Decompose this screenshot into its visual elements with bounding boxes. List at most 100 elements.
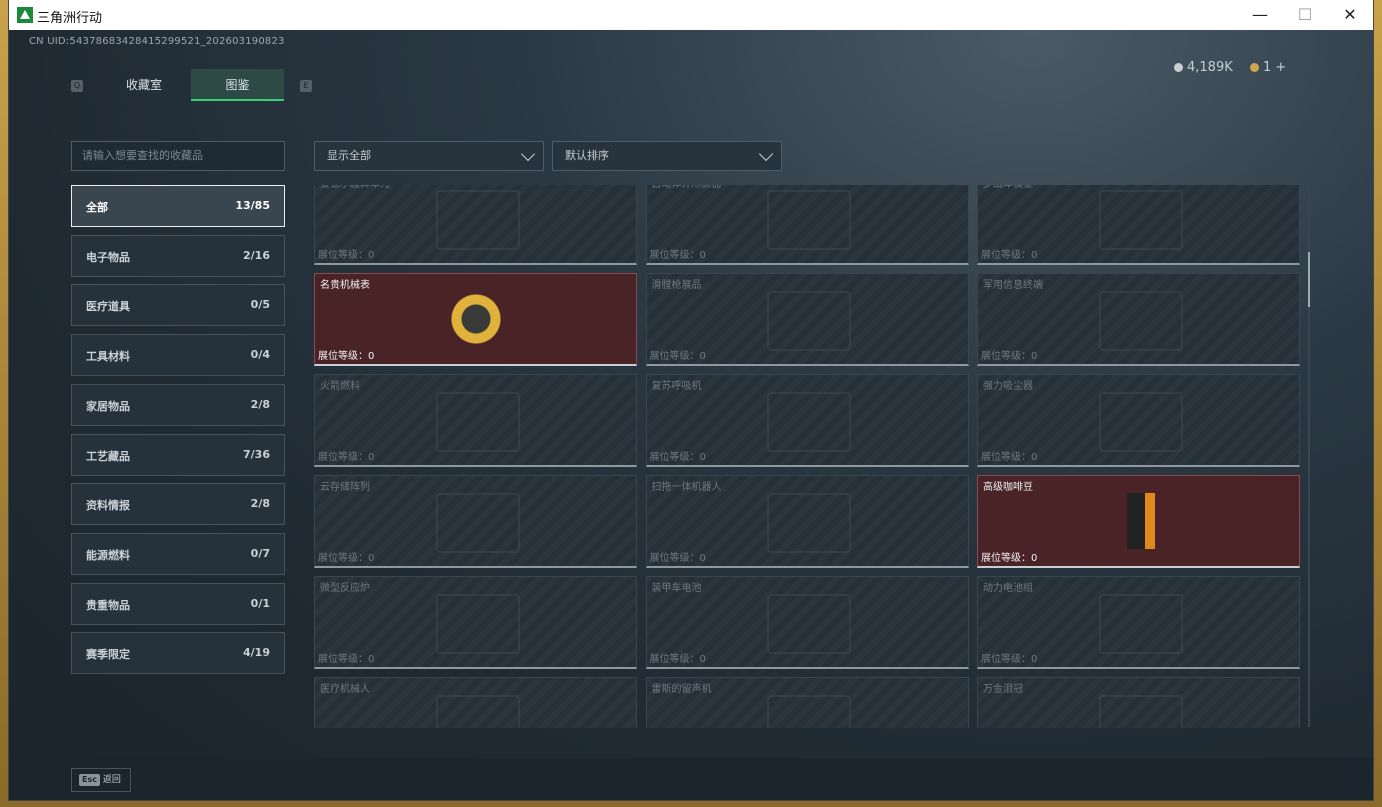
item-name: 装甲车电池 (651, 583, 702, 594)
item-name: 火箭燃料 (320, 381, 360, 392)
collection-item-card[interactable]: 微型反应炉展位等级：0 (314, 576, 637, 669)
item-name: 云存储阵列 (320, 482, 370, 493)
tab-codex[interactable]: 图鉴 (191, 69, 284, 101)
footer-bar (9, 758, 1373, 800)
app-logo-icon (17, 7, 33, 23)
category-label: 电子物品 (86, 250, 130, 264)
back-label: 返回 (102, 775, 121, 785)
item-image (767, 291, 851, 351)
item-image (1098, 493, 1179, 549)
item-level: 展位等级：0 (649, 351, 706, 362)
collection-item-card[interactable]: 动力电池组 展位等级：0 (977, 576, 1300, 669)
item-image (1098, 594, 1183, 654)
silver-coin-icon (1174, 63, 1183, 72)
collection-item-card[interactable]: 扫拖一体机器人 展位等级：0 (645, 475, 969, 568)
category-item[interactable]: 全部 13/85 (71, 185, 285, 227)
window-title: 三角洲行动 (37, 11, 103, 26)
item-name: 微型反应炉 (320, 583, 370, 594)
category-count: 0/7 (250, 546, 270, 560)
collection-item-card[interactable]: 复苏呼吸机展位等级：0 (645, 374, 969, 467)
filter-dropdown[interactable]: 显示全部 (314, 141, 544, 171)
sort-dropdown[interactable]: 默认排序 (552, 141, 782, 171)
next-tab-key[interactable]: E (300, 80, 312, 92)
category-item[interactable]: 能源燃料 0/7 (71, 532, 285, 575)
item-name: 步战车模型 (983, 185, 1033, 190)
collection-item-card[interactable]: 曼德尔超算单元展位等级：0 (314, 185, 637, 265)
category-item[interactable]: 资料情报 2/8 (71, 483, 285, 526)
collection-item-card[interactable]: 万金泪冠展位等级：0 (977, 677, 1300, 728)
scrollbar-thumb[interactable] (1308, 252, 1310, 307)
item-image (1098, 291, 1183, 351)
tab-collection-room[interactable]: 收藏室 (99, 69, 189, 101)
back-button[interactable]: Esc 返回 (71, 768, 131, 792)
collection-item-card[interactable]: 滑膛枪展品 展位等级：0 (645, 273, 969, 366)
category-item[interactable]: 电子物品 2/16 (71, 234, 285, 277)
category-count: 13/85 (235, 199, 270, 212)
chevron-down-icon (520, 146, 536, 162)
collection-item-card[interactable]: 强力吸尘器 展位等级：0 (977, 374, 1300, 467)
collection-item-card[interactable]: 医疗机械人展位等级：0 (314, 677, 637, 728)
item-level: 展位等级：0 (649, 553, 706, 564)
item-grid: 曼德尔超算单元展位等级：0自动体外除颤器展位等级：0步战车模型展位等级：0名贵机… (314, 185, 1304, 728)
item-level: 展位等级：0 (981, 553, 1038, 564)
item-level: 展位等级：0 (318, 250, 375, 261)
item-image (435, 190, 520, 250)
item-name: 雷斯的留声机 (651, 684, 712, 695)
collection-screen: CN UID:543786834284152995​21_20260319082… (9, 30, 1373, 800)
sort-dropdown-value: 默认排序 (565, 149, 609, 162)
category-label: 医疗道具 (86, 300, 130, 314)
collection-item-card[interactable]: 军用信息终端 展位等级：0 (977, 273, 1300, 366)
category-count: 0/5 (250, 298, 270, 312)
item-level: 展位等级：0 (981, 250, 1038, 261)
category-item[interactable]: 医疗道具 0/5 (71, 284, 285, 327)
item-name: 扫拖一体机器人 (651, 482, 722, 493)
item-level: 展位等级：0 (318, 654, 375, 665)
category-item[interactable]: 贵重物品 0/1 (71, 582, 285, 625)
item-image (435, 392, 520, 452)
collection-item-card[interactable]: 云存储阵列 展位等级：0 (314, 475, 637, 568)
category-item[interactable]: 家居物品 2/8 (71, 383, 285, 426)
category-item[interactable]: 工艺藏品 7/36 (71, 433, 285, 476)
item-name: 复苏呼吸机 (651, 381, 702, 392)
category-label: 家居物品 (86, 399, 130, 413)
collection-item-card[interactable]: 高级咖啡豆展位等级：0 (977, 475, 1300, 568)
item-level: 展位等级：0 (318, 351, 375, 362)
collection-item-card[interactable]: 自动体外除颤器展位等级：0 (645, 185, 969, 265)
item-level: 展位等级：0 (981, 452, 1038, 463)
minimize-button[interactable]: — (1238, 3, 1282, 27)
currency-gold[interactable]: 1 + (1250, 60, 1286, 75)
category-label: 赛季限定 (86, 648, 130, 662)
category-item[interactable]: 工具材料 0/4 (71, 334, 285, 377)
item-image (435, 493, 520, 553)
item-level: 展位等级：0 (649, 654, 706, 665)
item-image (767, 594, 851, 654)
close-button[interactable]: ✕ (1328, 3, 1372, 27)
collection-item-card[interactable]: 名贵机械表 展位等级：0 (314, 273, 637, 366)
category-label: 能源燃料 (86, 548, 130, 562)
item-image (1098, 190, 1183, 250)
item-name: 高级咖啡豆 (983, 482, 1033, 493)
collection-item-card[interactable]: 雷斯的留声机展位等级：0 (645, 677, 969, 728)
collection-item-card[interactable]: 步战车模型展位等级：0 (977, 185, 1300, 265)
item-level: 展位等级：0 (981, 654, 1038, 665)
item-name: 军用信息终端 (983, 280, 1043, 291)
category-item[interactable]: 赛季限定 4/19 (71, 632, 285, 675)
category-count: 0/4 (250, 348, 270, 362)
collection-item-card[interactable]: 火箭燃料 展位等级：0 (314, 374, 637, 467)
maximize-button[interactable]: ☐ (1283, 3, 1327, 27)
category-count: 2/8 (250, 397, 270, 411)
item-image (767, 695, 851, 728)
prev-tab-key[interactable]: Q (71, 80, 83, 92)
category-count: 0/1 (250, 596, 270, 610)
collection-item-card[interactable]: 装甲车电池展位等级：0 (645, 576, 969, 669)
category-count: 7/36 (243, 447, 270, 461)
silver-amount: 4,189K (1187, 60, 1233, 75)
category-count: 2/8 (250, 497, 270, 511)
category-count: 2/16 (243, 248, 270, 262)
item-level: 展位等级：0 (649, 452, 706, 463)
search-input[interactable]: 请输入想要查找的收藏品 (71, 141, 285, 171)
item-name: 自动体外除颤器 (652, 185, 722, 190)
category-label: 工具材料 (86, 350, 130, 364)
item-name: 万金泪冠 (983, 684, 1023, 695)
item-image (767, 392, 851, 452)
